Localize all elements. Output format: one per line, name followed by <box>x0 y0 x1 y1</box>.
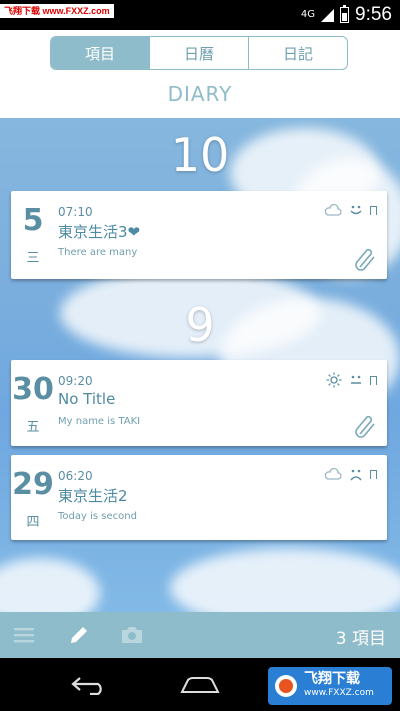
watermark-logo: 飞翔下载 www.FXXZ.com <box>268 667 392 705</box>
fxxz-logo-icon <box>275 675 297 697</box>
menu-icon[interactable] <box>14 627 34 643</box>
entry-time: 07:10 <box>58 205 93 219</box>
bookmark-icon[interactable] <box>370 469 377 479</box>
entry-snippet: My name is TAKI <box>58 416 141 427</box>
tab-diary[interactable]: 日記 <box>249 37 347 69</box>
clock: 9:56 <box>355 4 392 25</box>
status-icons: 4G 9:56 <box>301 4 392 26</box>
cloud-icon <box>324 203 342 216</box>
month-header: 9 <box>185 298 215 352</box>
header: 項目 日曆 日記 DIARY <box>0 30 400 118</box>
entry-title: No Title <box>58 390 116 408</box>
cloud-decoration <box>170 548 400 612</box>
diary-list[interactable]: 10 5 三 07:10 東京生活3❤ There are many 9 30 … <box>0 118 400 612</box>
entry-day: 29 <box>12 467 54 502</box>
entry-weekday: 四 <box>26 515 40 530</box>
entry-status-icons <box>324 203 377 217</box>
cloud-icon <box>324 467 342 480</box>
view-tabs: 項目 日曆 日記 <box>50 36 348 70</box>
entry-day: 5 <box>22 203 44 238</box>
attachment-icon <box>355 415 375 438</box>
entry-day: 30 <box>12 372 54 407</box>
smile-icon <box>350 205 362 215</box>
battery-icon <box>340 5 350 23</box>
entry-weekday: 三 <box>26 251 40 266</box>
back-icon[interactable] <box>70 675 108 695</box>
bookmark-icon[interactable] <box>370 205 377 215</box>
status-bar: 飞翔下载 www.FXXZ.com 4G 9:56 <box>0 0 400 30</box>
app-title: DIARY <box>167 82 233 106</box>
watermark-sub-text: www.FXXZ.com <box>304 688 374 698</box>
bookmark-icon[interactable] <box>370 375 377 385</box>
entry-count: 3 項目 <box>335 629 386 649</box>
signal-icon <box>321 8 335 22</box>
diary-entry[interactable]: 30 五 09:20 No Title My name is TAKI <box>11 360 387 446</box>
edit-icon[interactable] <box>68 624 90 646</box>
diary-entry[interactable]: 29 四 06:20 東京生活2 Today is second <box>11 455 387 540</box>
entry-time: 06:20 <box>58 469 93 483</box>
entry-snippet: Today is second <box>58 511 137 522</box>
entry-title: 東京生活2 <box>58 487 128 505</box>
diary-entry[interactable]: 5 三 07:10 東京生活3❤ There are many <box>11 191 387 279</box>
entry-snippet: There are many <box>58 247 138 258</box>
tab-calendar[interactable]: 日曆 <box>150 37 249 69</box>
attachment-icon <box>355 248 375 271</box>
camera-icon[interactable] <box>120 625 144 645</box>
sun-icon <box>326 372 342 388</box>
entry-time: 09:20 <box>58 374 93 388</box>
sad-face-icon <box>350 469 362 481</box>
watermark-text: 飞翔下载 www.FXXZ.com <box>0 4 114 18</box>
neutral-face-icon <box>351 375 361 384</box>
cloud-decoration <box>0 558 100 612</box>
watermark-main-text: 飞翔下载 <box>304 671 360 687</box>
network-type: 4G <box>300 9 316 20</box>
home-icon[interactable] <box>180 676 220 694</box>
entry-status-icons <box>324 467 377 481</box>
bottom-action-bar: 3 項目 <box>0 612 400 658</box>
entry-status-icons <box>326 372 377 388</box>
entry-title: 東京生活3❤ <box>58 223 141 241</box>
system-nav-bar: 飞翔下载 www.FXXZ.com <box>0 658 400 711</box>
entry-weekday: 五 <box>26 420 40 435</box>
tab-items[interactable]: 項目 <box>51 37 150 69</box>
month-header: 10 <box>170 128 230 182</box>
